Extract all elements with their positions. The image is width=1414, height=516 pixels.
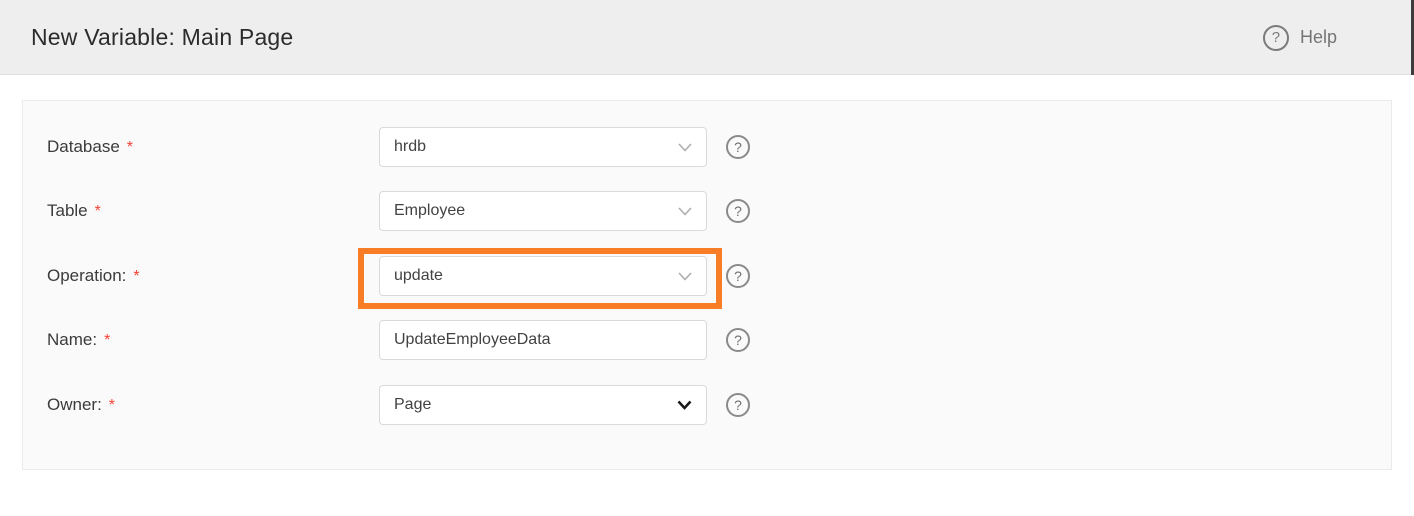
database-dropdown[interactable]: hrdb	[379, 127, 707, 167]
operation-help-icon[interactable]: ?	[726, 264, 750, 288]
table-help-icon[interactable]: ?	[726, 199, 750, 223]
required-asterisk: *	[95, 203, 101, 221]
name-help-icon[interactable]: ?	[726, 328, 750, 352]
database-label: Database *	[47, 127, 133, 167]
chevron-down-bold-icon	[677, 400, 692, 410]
help-label: Help	[1300, 27, 1337, 48]
required-asterisk: *	[127, 139, 133, 157]
owner-label: Owner: *	[47, 385, 115, 425]
database-dropdown-value: hrdb	[394, 138, 670, 156]
page-title: New Variable: Main Page	[31, 24, 293, 51]
operation-dropdown[interactable]: update	[379, 256, 707, 296]
table-dropdown[interactable]: Employee	[379, 191, 707, 231]
table-dropdown-value: Employee	[394, 202, 670, 220]
chevron-down-icon	[678, 207, 692, 216]
owner-select[interactable]: Page	[379, 385, 707, 425]
header-bar: New Variable: Main Page ? Help	[0, 0, 1414, 75]
required-asterisk: *	[109, 397, 115, 415]
owner-help-icon[interactable]: ?	[726, 393, 750, 417]
form-row-operation: Operation: * update ?	[23, 256, 1391, 296]
name-label: Name: *	[47, 320, 110, 360]
form-row-owner: Owner: * Page ?	[23, 385, 1391, 425]
name-input[interactable]	[379, 320, 707, 360]
table-label: Table *	[47, 191, 101, 231]
form-row-name: Name: * ?	[23, 320, 1391, 360]
chevron-down-icon	[678, 272, 692, 281]
page-root: New Variable: Main Page ? Help Database …	[0, 0, 1414, 516]
operation-label: Operation: *	[47, 256, 140, 296]
database-help-icon[interactable]: ?	[726, 135, 750, 159]
operation-dropdown-value: update	[394, 267, 670, 285]
help-button[interactable]: ? Help	[1263, 0, 1337, 75]
owner-select-value: Page	[394, 396, 669, 414]
operation-label-text: Operation:	[47, 266, 126, 286]
form-panel: Database * hrdb ? Table * Employee ?	[22, 100, 1392, 470]
owner-label-text: Owner:	[47, 395, 102, 415]
name-label-text: Name:	[47, 330, 97, 350]
form-row-table: Table * Employee ?	[23, 191, 1391, 231]
required-asterisk: *	[104, 332, 110, 350]
help-question-icon: ?	[1263, 25, 1289, 51]
database-label-text: Database	[47, 137, 120, 157]
required-asterisk: *	[133, 268, 139, 286]
form-row-database: Database * hrdb ?	[23, 127, 1391, 167]
chevron-down-icon	[678, 143, 692, 152]
table-label-text: Table	[47, 201, 88, 221]
